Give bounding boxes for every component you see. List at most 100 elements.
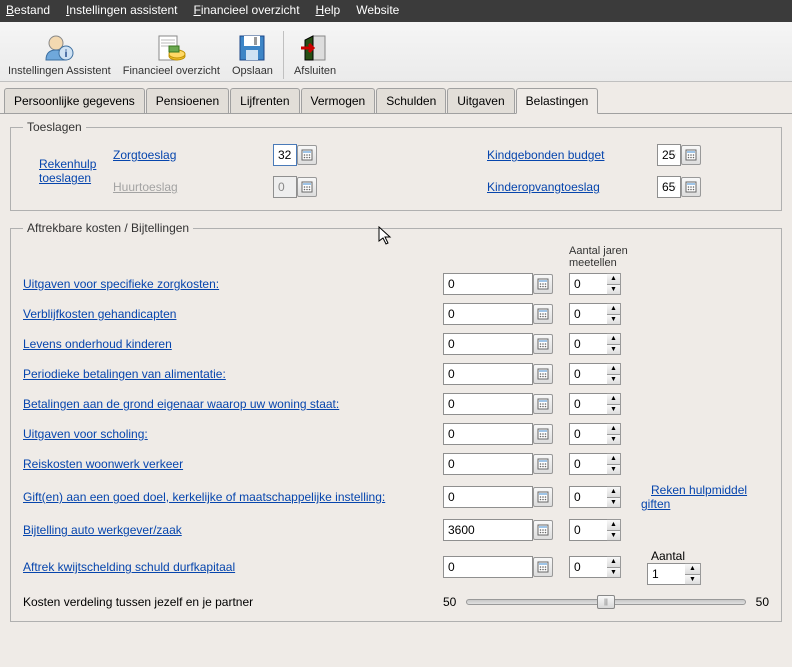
- aftrek-value-input[interactable]: [443, 556, 533, 578]
- spin-up-icon[interactable]: ▲: [607, 454, 620, 465]
- aftrek-row-label[interactable]: Uitgaven voor specifieke zorgkosten:: [23, 277, 443, 291]
- spin-up-icon[interactable]: ▲: [607, 394, 620, 405]
- zorgtoeslag-input[interactable]: [273, 144, 297, 166]
- menu-bestand[interactable]: Bestand: [6, 3, 50, 19]
- zorgtoeslag-calc-button[interactable]: [297, 145, 317, 165]
- toolbar-opslaan[interactable]: Opslaan: [226, 30, 279, 79]
- aftrek-calc-button[interactable]: [533, 274, 553, 294]
- kindgebonden-input[interactable]: [657, 144, 681, 166]
- aantal-input[interactable]: [647, 563, 685, 585]
- aftrek-value-input[interactable]: [443, 393, 533, 415]
- aftrek-value-input[interactable]: [443, 333, 533, 355]
- menu-financieel-overzicht[interactable]: Financieel overzicht: [193, 3, 299, 19]
- aftrek-value-input[interactable]: [443, 453, 533, 475]
- spin-down-icon[interactable]: ▼: [607, 345, 620, 355]
- aftrek-years-input[interactable]: [569, 363, 607, 385]
- spin-up-icon[interactable]: ▲: [685, 564, 700, 575]
- aftrek-years-input[interactable]: [569, 273, 607, 295]
- aantal-spinner[interactable]: ▲▼: [685, 563, 701, 585]
- years-spinner[interactable]: ▲▼: [607, 423, 621, 445]
- aftrek-calc-button[interactable]: [533, 364, 553, 384]
- aftrek-calc-button[interactable]: [533, 487, 553, 507]
- aftrek-calc-button[interactable]: [533, 454, 553, 474]
- tab-schulden[interactable]: Schulden: [376, 88, 446, 113]
- spin-down-icon[interactable]: ▼: [607, 435, 620, 445]
- aftrek-years-input[interactable]: [569, 486, 607, 508]
- spin-down-icon[interactable]: ▼: [607, 568, 620, 578]
- reken-hulpmiddel-giften-link[interactable]: Reken hulpmiddel giften: [641, 483, 747, 511]
- aftrek-calc-button[interactable]: [533, 520, 553, 540]
- aftrek-row-label[interactable]: Levens onderhoud kinderen: [23, 337, 443, 351]
- spin-up-icon[interactable]: ▲: [607, 487, 620, 498]
- aftrek-value-input[interactable]: [443, 363, 533, 385]
- years-spinner[interactable]: ▲▼: [607, 273, 621, 295]
- tab-lijfrenten[interactable]: Lijfrenten: [230, 88, 299, 113]
- years-spinner[interactable]: ▲▼: [607, 333, 621, 355]
- years-spinner[interactable]: ▲▼: [607, 363, 621, 385]
- years-spinner[interactable]: ▲▼: [607, 556, 621, 578]
- aftrek-calc-button[interactable]: [533, 304, 553, 324]
- aftrek-years-input[interactable]: [569, 303, 607, 325]
- huurtoeslag-calc-button[interactable]: [297, 177, 317, 197]
- tab-belastingen[interactable]: Belastingen: [516, 88, 599, 114]
- years-spinner[interactable]: ▲▼: [607, 303, 621, 325]
- aftrek-row-label[interactable]: Uitgaven voor scholing:: [23, 427, 443, 441]
- spin-up-icon[interactable]: ▲: [607, 557, 620, 568]
- aftrek-row-label[interactable]: Periodieke betalingen van alimentatie:: [23, 367, 443, 381]
- kindgebonden-calc-button[interactable]: [681, 145, 701, 165]
- aftrek-years-input[interactable]: [569, 519, 607, 541]
- aftrek-years-input[interactable]: [569, 453, 607, 475]
- spin-down-icon[interactable]: ▼: [685, 575, 700, 585]
- aftrek-years-input[interactable]: [569, 423, 607, 445]
- aftrek-value-input[interactable]: [443, 273, 533, 295]
- aftrek-row-label[interactable]: Verblijfkosten gehandicapten: [23, 307, 443, 321]
- aftrek-value-input[interactable]: [443, 486, 533, 508]
- spin-down-icon[interactable]: ▼: [607, 405, 620, 415]
- aftrek-years-input[interactable]: [569, 393, 607, 415]
- aftrek-calc-button[interactable]: [533, 557, 553, 577]
- spin-up-icon[interactable]: ▲: [607, 334, 620, 345]
- toolbar-afsluiten[interactable]: Afsluiten: [288, 30, 342, 79]
- aftrek-years-input[interactable]: [569, 333, 607, 355]
- menu-website[interactable]: Website: [356, 3, 399, 19]
- years-spinner[interactable]: ▲▼: [607, 486, 621, 508]
- spin-up-icon[interactable]: ▲: [607, 424, 620, 435]
- aftrek-calc-button[interactable]: [533, 424, 553, 444]
- spin-down-icon[interactable]: ▼: [607, 498, 620, 508]
- spin-down-icon[interactable]: ▼: [607, 465, 620, 475]
- aftrek-value-input[interactable]: [443, 303, 533, 325]
- toolbar-financieel-overzicht[interactable]: Financieel overzicht: [117, 30, 226, 79]
- aftrek-calc-button[interactable]: [533, 394, 553, 414]
- tab-vermogen[interactable]: Vermogen: [301, 88, 376, 113]
- tab-persoonlijke-gegevens[interactable]: Persoonlijke gegevens: [4, 88, 145, 113]
- spin-down-icon[interactable]: ▼: [607, 531, 620, 541]
- spin-up-icon[interactable]: ▲: [607, 274, 620, 285]
- kindgebonden-label[interactable]: Kindgebonden budget: [487, 148, 657, 162]
- aftrek-row-label[interactable]: Reiskosten woonwerk verkeer: [23, 457, 443, 471]
- spin-down-icon[interactable]: ▼: [607, 375, 620, 385]
- menu-help[interactable]: Help: [316, 3, 341, 19]
- slider-thumb[interactable]: ||: [597, 595, 615, 609]
- spin-up-icon[interactable]: ▲: [607, 364, 620, 375]
- aftrek-years-input[interactable]: [569, 556, 607, 578]
- aftrek-row-label[interactable]: Betalingen aan de grond eigenaar waarop …: [23, 397, 443, 411]
- aftrek-value-input[interactable]: [443, 519, 533, 541]
- spin-up-icon[interactable]: ▲: [607, 520, 620, 531]
- tab-pensioenen[interactable]: Pensioenen: [146, 88, 229, 113]
- years-spinner[interactable]: ▲▼: [607, 453, 621, 475]
- spin-up-icon[interactable]: ▲: [607, 304, 620, 315]
- years-spinner[interactable]: ▲▼: [607, 393, 621, 415]
- rekenhulp-toeslagen-link[interactable]: Rekenhulp toeslagen: [39, 157, 113, 185]
- aftrek-row-label[interactable]: Aftrek kwijtschelding schuld durfkapitaa…: [23, 560, 443, 574]
- kinderopvang-input[interactable]: [657, 176, 681, 198]
- kinderopvang-label[interactable]: Kinderopvangtoeslag: [487, 180, 657, 194]
- kinderopvang-calc-button[interactable]: [681, 177, 701, 197]
- aftrek-value-input[interactable]: [443, 423, 533, 445]
- aftrek-row-label[interactable]: Bijtelling auto werkgever/zaak: [23, 523, 443, 537]
- years-spinner[interactable]: ▲▼: [607, 519, 621, 541]
- kosten-verdeling-slider[interactable]: ||: [466, 599, 745, 605]
- spin-down-icon[interactable]: ▼: [607, 285, 620, 295]
- zorgtoeslag-label[interactable]: Zorgtoeslag: [113, 148, 273, 162]
- spin-down-icon[interactable]: ▼: [607, 315, 620, 325]
- toolbar-instellingen-assistent[interactable]: i Instellingen Assistent: [2, 30, 117, 79]
